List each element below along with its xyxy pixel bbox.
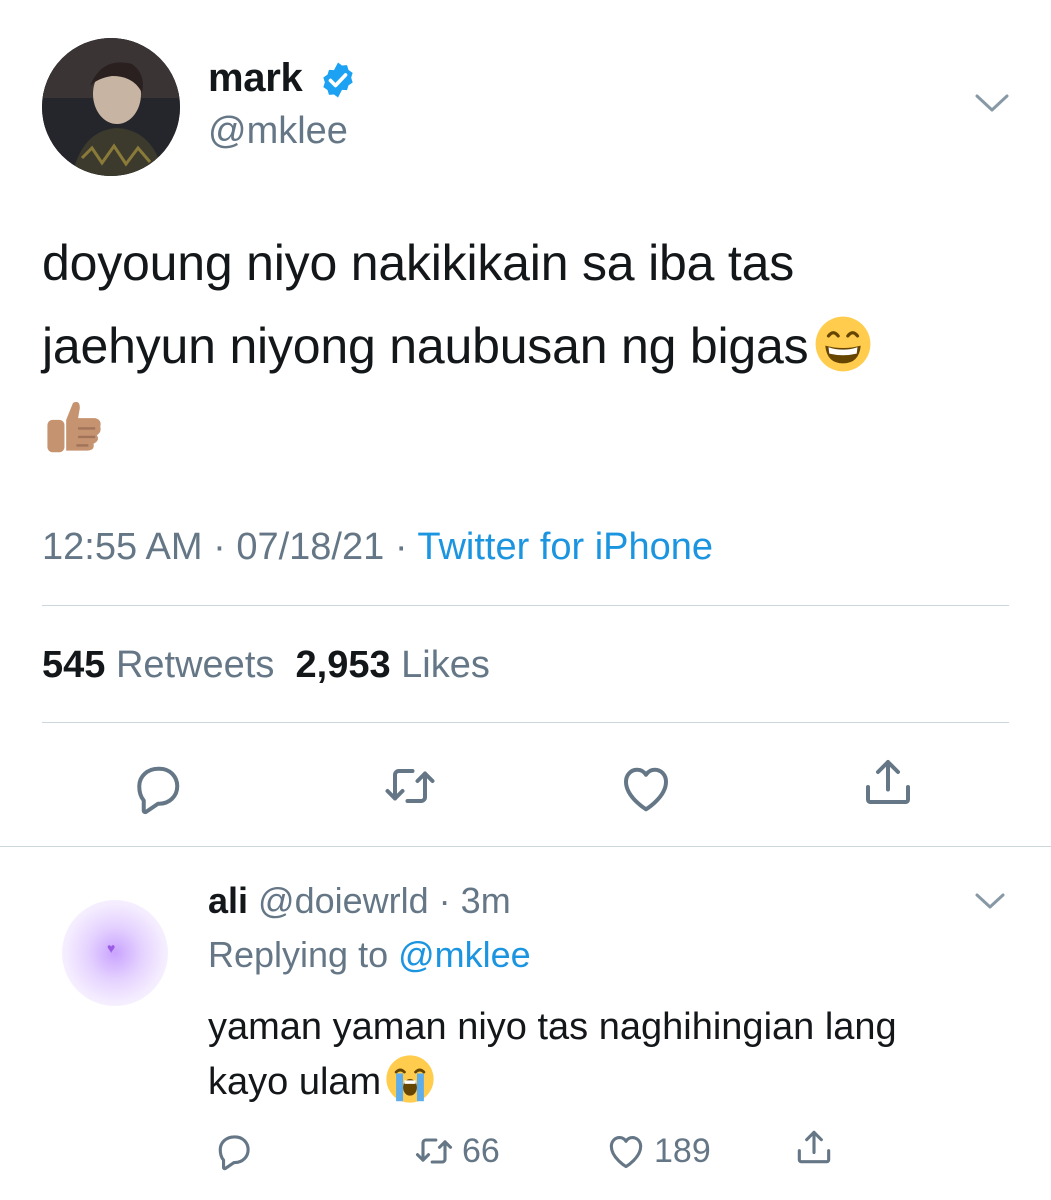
reply-text-line: kayo ulam [208,1061,382,1103]
tweet-stats: 545 Retweets 2,953 Likes [42,644,490,687]
tweet-source-link[interactable]: Twitter for iPhone [417,526,713,568]
replying-to: Replying to @mklee [208,934,531,976]
reply-retweet-button[interactable]: 66 [412,1126,500,1176]
retweets-stat[interactable]: 545 Retweets [42,644,274,686]
reply-retweet-count: 66 [462,1131,500,1170]
meta-separator: · [394,526,418,568]
tweet-date: 07/18/21 [236,526,385,568]
verified-badge-icon [323,62,353,98]
reply-like-button[interactable]: 189 [604,1126,711,1176]
tweet-time: 12:55 AM [42,526,203,568]
reply-time: 3m [460,880,511,921]
reply-reply-button[interactable] [212,1126,262,1176]
divider [42,605,1009,606]
likes-stat[interactable]: 2,953 Likes [296,644,490,686]
retweets-count: 545 [42,644,106,686]
reply-header: ali @doiewrld · 3m [208,880,511,922]
reply-text: yaman yaman niyo tas naghihingian lang k… [208,1000,1008,1109]
loudly-crying-face-emoji [386,1055,434,1103]
heart-outline-icon [609,1136,643,1169]
reply-share-button[interactable] [792,1122,842,1172]
reply-text-line: yaman yaman niyo tas naghihingian lang [208,1006,897,1048]
divider [42,722,1009,723]
retweet-button[interactable] [380,756,440,816]
reply-author-handle[interactable]: @doiewrld [258,880,429,921]
tweet-text: doyoung niyo nakikikain sa iba tas jaehy… [42,222,1012,471]
chevron-down-icon[interactable] [972,888,1008,914]
chevron-down-icon[interactable] [972,88,1012,118]
like-button[interactable] [616,758,676,818]
thumbs-up-emoji [47,401,101,453]
author-avatar[interactable] [42,38,180,176]
author-name[interactable]: mark [208,56,303,101]
tweet-text-line: jaehyun niyong naubusan ng bigas [42,318,809,374]
reply-like-count: 189 [654,1131,711,1170]
replying-prefix: Replying to [208,934,389,975]
author-handle[interactable]: @mklee [208,110,348,153]
retweets-label: Retweets [115,644,275,686]
replying-to-handle[interactable]: @mklee [398,934,531,975]
avatar-photo [42,38,180,176]
speech-bubble-icon [218,1135,250,1171]
meta-separator: · [428,880,461,921]
likes-label: Likes [401,644,490,686]
retweet-arrows-icon [415,1138,453,1164]
likes-count: 2,953 [295,644,391,686]
tweet-meta: 12:55 AM · 07/18/21 · Twitter for iPhone [42,526,713,569]
meta-separator: · [213,526,237,568]
share-upload-icon [797,1130,831,1164]
heart-icon: ♥ [107,940,116,956]
tweet-text-line: doyoung niyo nakikikain sa iba tas [42,235,795,291]
tweet-separator [0,846,1051,847]
reply-button[interactable] [128,758,188,818]
share-button[interactable] [858,752,918,812]
reply-author-name[interactable]: ali [208,880,248,921]
grinning-face-emoji [816,316,871,372]
